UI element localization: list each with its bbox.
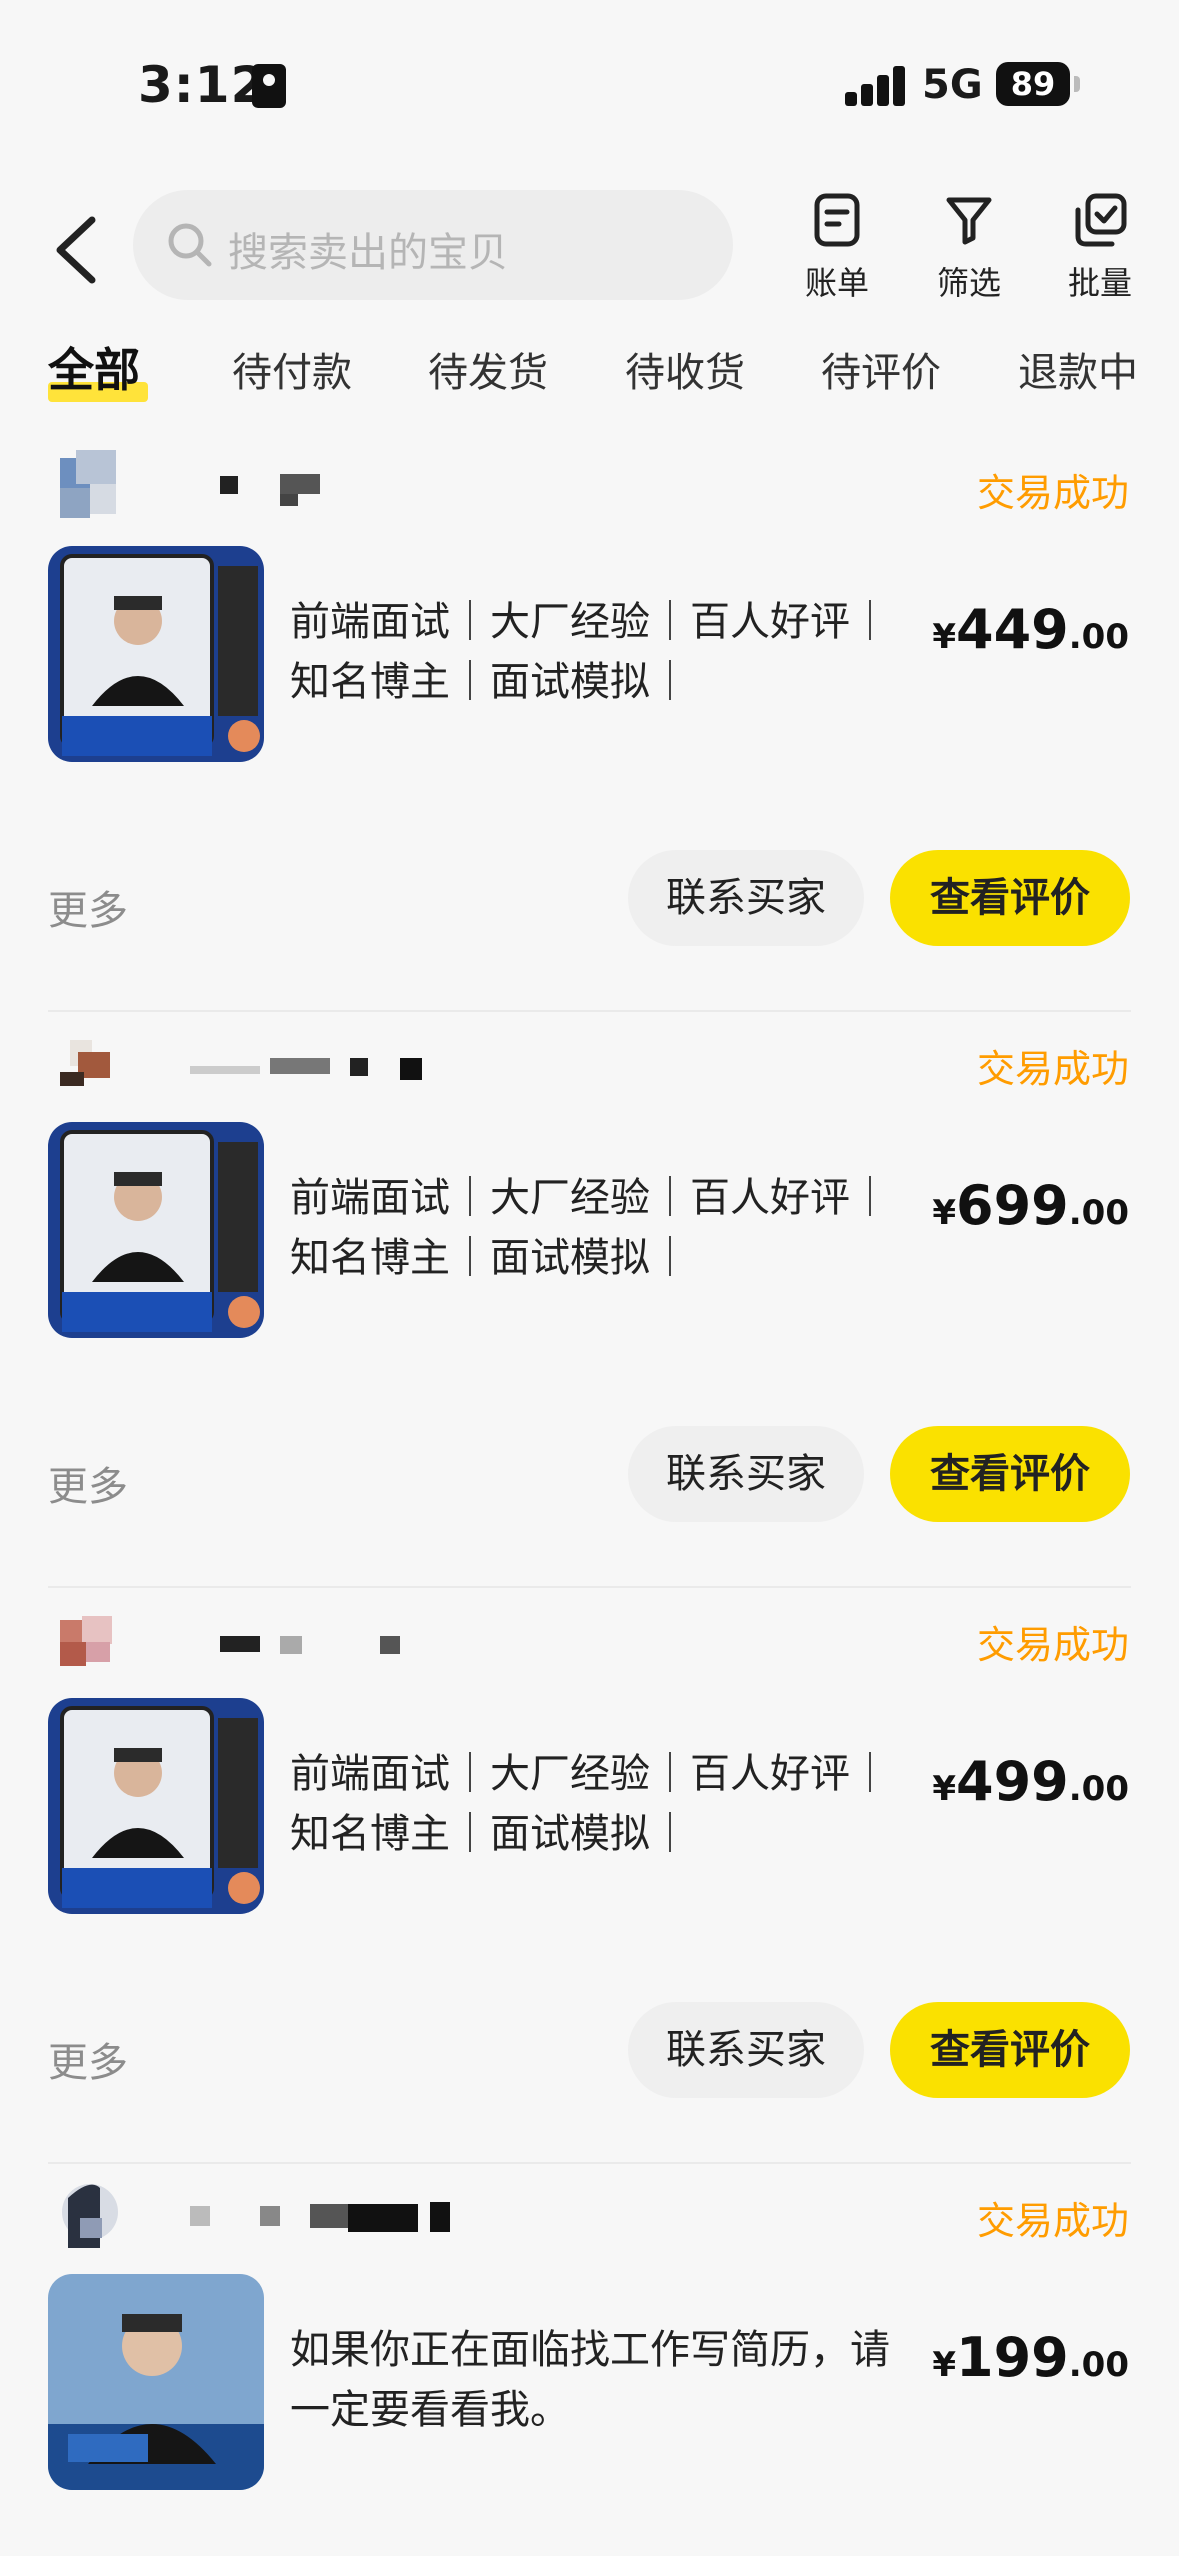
tab-refunding[interactable]: 退款中 [1018, 340, 1138, 398]
buyer-name-redacted [220, 474, 320, 506]
order-price: ¥499.00 [932, 1750, 1129, 1813]
price-symbol: ¥ [932, 1769, 957, 1809]
buyer-name-redacted [220, 1636, 400, 1654]
network-type: 5G [922, 62, 983, 108]
more-button[interactable]: 更多 [48, 2030, 128, 2088]
price-decimal: .00 [1068, 1769, 1129, 1809]
order-price: ¥199.00 [932, 2326, 1129, 2389]
search-icon [168, 223, 212, 267]
view-review-button[interactable]: 查看评价 [890, 1426, 1130, 1522]
contact-buyer-button[interactable]: 联系买家 [628, 2002, 864, 2098]
price-decimal: .00 [1068, 617, 1129, 657]
order-status: 交易成功 [976, 2199, 1129, 2243]
price-integer: 499 [956, 1750, 1069, 1813]
filter-button[interactable]: 筛选 [919, 190, 1019, 320]
order-status: 交易成功 [976, 471, 1129, 515]
bill-button[interactable]: 账单 [787, 190, 887, 320]
price-symbol: ¥ [932, 1193, 957, 1233]
order-price: ¥449.00 [932, 598, 1129, 661]
order-tabs: 全部 待付款 待发货 待收货 待评价 退款中 [0, 330, 1179, 420]
tab-pending-shipment[interactable]: 待发货 [428, 340, 548, 398]
item-title[interactable]: 前端面试｜大厂经验｜百人好评｜知名博主｜面试模拟｜ [290, 1744, 900, 1864]
product-thumbnail[interactable] [48, 1122, 264, 1338]
search-placeholder: 搜索卖出的宝贝 [228, 230, 508, 276]
price-integer: 199 [956, 2326, 1069, 2389]
more-button[interactable]: 更多 [48, 1454, 128, 1512]
view-review-button[interactable]: 查看评价 [890, 2002, 1130, 2098]
chevron-left-icon [56, 216, 96, 284]
price-symbol: ¥ [932, 2345, 957, 2385]
battery-icon: 89 [996, 62, 1070, 106]
batch-label: 批量 [1067, 264, 1132, 302]
item-title[interactable]: 前端面试｜大厂经验｜百人好评｜知名博主｜面试模拟｜ [290, 1168, 900, 1288]
filter-icon [946, 197, 992, 245]
search-input[interactable]: 搜索卖出的宝贝 [133, 190, 733, 300]
price-decimal: .00 [1068, 2345, 1129, 2385]
divider [48, 2162, 1131, 2164]
back-button[interactable] [48, 210, 108, 290]
order-status: 交易成功 [976, 1047, 1129, 1091]
price-integer: 699 [956, 1174, 1069, 1237]
buyer-avatar [60, 1040, 110, 1086]
order-status: 交易成功 [976, 1623, 1129, 1667]
batch-button[interactable]: 批量 [1050, 190, 1150, 320]
buyer-name-redacted [190, 2202, 450, 2232]
divider [48, 1010, 1131, 1012]
buyer-avatar [60, 450, 116, 518]
id-card-icon [252, 64, 286, 108]
price-decimal: .00 [1068, 1193, 1129, 1233]
nav-bar: 搜索卖出的宝贝 账单 筛选 批量 [0, 180, 1179, 320]
order-price: ¥699.00 [932, 1174, 1129, 1237]
product-thumbnail[interactable] [48, 1698, 264, 1914]
price-integer: 449 [956, 598, 1069, 661]
product-thumbnail[interactable] [48, 546, 264, 762]
view-review-button[interactable]: 查看评价 [890, 850, 1130, 946]
more-button[interactable]: 更多 [48, 878, 128, 936]
product-thumbnail[interactable] [48, 2274, 264, 2490]
bill-icon [814, 193, 860, 247]
item-title[interactable]: 如果你正在面临找工作写简历，请一定要看看我。 [290, 2320, 900, 2440]
buyer-avatar [60, 1616, 112, 1666]
bill-label: 账单 [804, 264, 869, 302]
price-symbol: ¥ [932, 617, 957, 657]
batch-icon [1075, 193, 1127, 247]
tab-pending-payment[interactable]: 待付款 [232, 340, 352, 398]
buyer-avatar [62, 2184, 118, 2248]
status-time: 3:12 [138, 56, 267, 114]
battery-tip [1074, 76, 1080, 92]
status-bar: 3:12 5G 89 [0, 0, 1179, 150]
signal-icon [845, 64, 907, 106]
item-title[interactable]: 前端面试｜大厂经验｜百人好评｜知名博主｜面试模拟｜ [290, 592, 900, 712]
tab-all[interactable]: 全部 [48, 334, 140, 400]
filter-label: 筛选 [936, 264, 1001, 302]
divider [48, 1586, 1131, 1588]
buyer-name-redacted [190, 1058, 422, 1080]
tab-pending-receipt[interactable]: 待收货 [625, 340, 745, 398]
tab-pending-review[interactable]: 待评价 [821, 340, 941, 398]
contact-buyer-button[interactable]: 联系买家 [628, 850, 864, 946]
contact-buyer-button[interactable]: 联系买家 [628, 1426, 864, 1522]
